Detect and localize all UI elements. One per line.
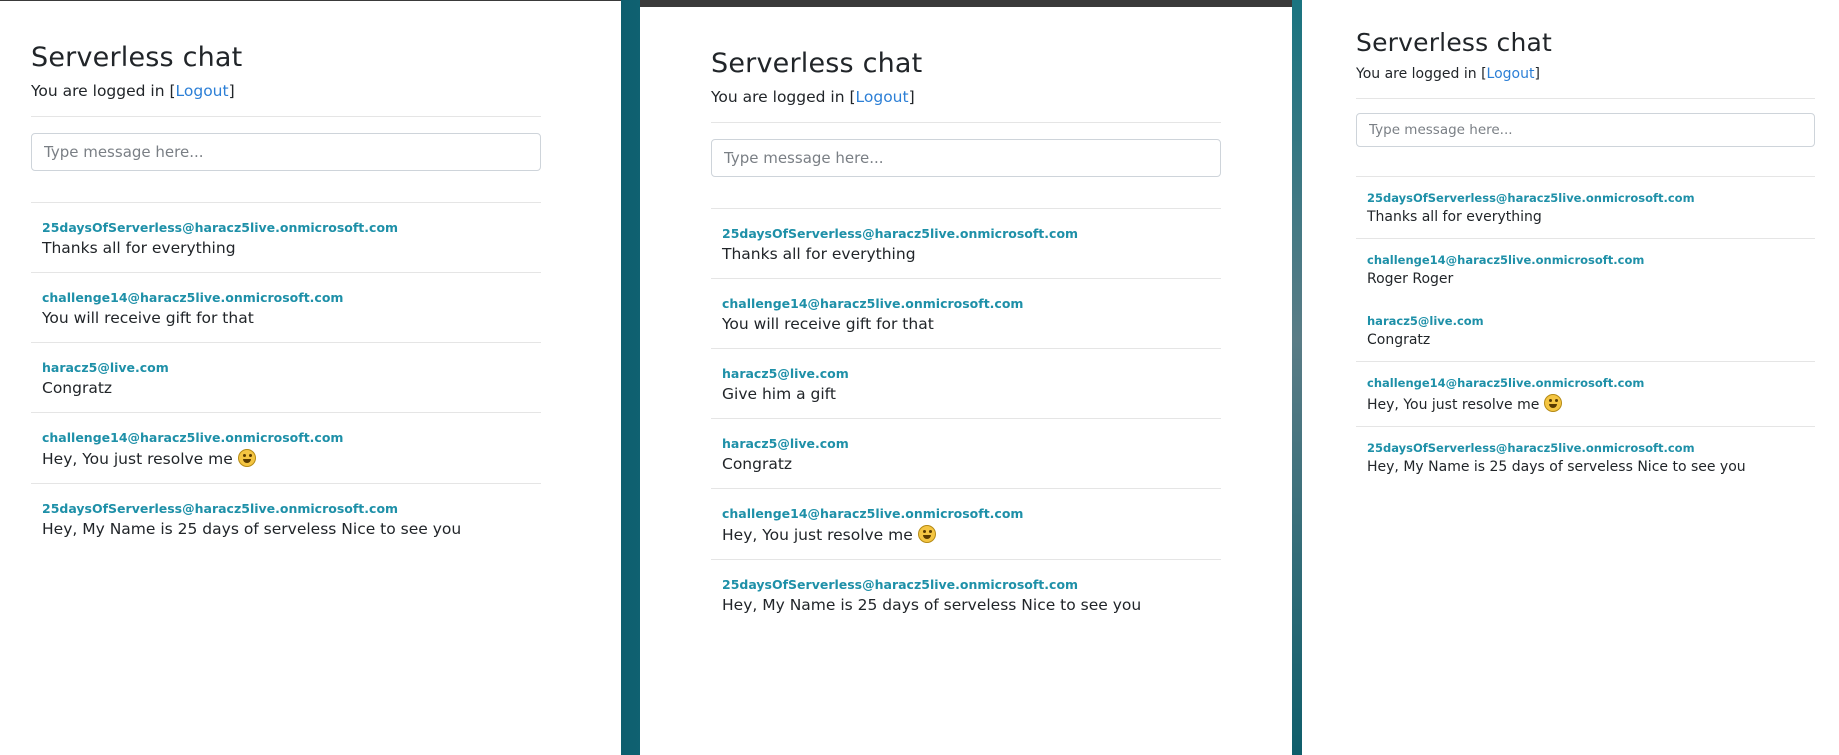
message-sender: 25daysOfServerless@haracz5live.onmicroso… (1367, 441, 1695, 455)
message-sender: 25daysOfServerless@haracz5live.onmicroso… (42, 220, 399, 236)
message-list: 25daysOfServerless@haracz5live.onmicroso… (31, 203, 541, 553)
message-input-area (711, 123, 1221, 210)
page-title: Serverless chat (1356, 28, 1553, 57)
message-text: You will receive gift for that (42, 309, 254, 328)
list-item: 25daysOfServerless@haracz5live.onmicroso… (711, 209, 1221, 280)
message-text-row: Hey, You just resolve me (722, 525, 1210, 544)
message-sender: 25daysOfServerless@haracz5live.onmicroso… (722, 577, 1079, 593)
login-suffix: ] (1534, 66, 1540, 82)
logout-link[interactable]: Logout (1487, 66, 1535, 82)
message-text: Give him a gift (722, 385, 836, 404)
message-text: You will receive gift for that (722, 315, 934, 334)
message-text: Hey, You just resolve me (1367, 397, 1540, 413)
login-suffix: ] (908, 88, 915, 107)
message-sender: 25daysOfServerless@haracz5live.onmicroso… (42, 501, 399, 517)
login-prefix: You are logged in [ (711, 88, 856, 107)
chat-app: Serverless chat You are logged in [Logou… (1356, 28, 1815, 488)
grinning-face-icon (917, 525, 936, 544)
login-status: You are logged in [Logout] (1356, 66, 1815, 99)
login-status: You are logged in [Logout] (711, 88, 1221, 124)
message-text: Hey, My Name is 25 days of serveless Nic… (42, 520, 462, 539)
message-sender: 25daysOfServerless@haracz5live.onmicroso… (722, 226, 1079, 242)
message-sender: challenge14@haracz5live.onmicrosoft.com (42, 430, 344, 446)
message-text: Congratz (1367, 332, 1431, 348)
message-sender: challenge14@haracz5live.onmicrosoft.com (1367, 376, 1645, 390)
chat-window-middle: Serverless chat You are logged in [Logou… (640, 0, 1292, 755)
login-suffix: ] (228, 82, 235, 101)
list-item: haracz5@live.com Congratz (711, 419, 1221, 490)
message-text-row: Hey, You just resolve me (1367, 394, 1804, 413)
list-item: 25daysOfServerless@haracz5live.onmicroso… (711, 560, 1221, 629)
message-text: Hey, My Name is 25 days of serveless Nic… (722, 596, 1142, 615)
message-input[interactable] (31, 133, 541, 172)
chat-app: Serverless chat You are logged in [Logou… (711, 48, 1221, 629)
message-input[interactable] (711, 139, 1221, 178)
list-item: 25daysOfServerless@haracz5live.onmicroso… (1356, 177, 1815, 239)
message-sender: 25daysOfServerless@haracz5live.onmicroso… (1367, 191, 1695, 205)
message-list: 25daysOfServerless@haracz5live.onmicroso… (1356, 177, 1815, 488)
message-text-row: Hey, You just resolve me (42, 449, 530, 468)
list-item: 25daysOfServerless@haracz5live.onmicroso… (1356, 427, 1815, 488)
message-sender: challenge14@haracz5live.onmicrosoft.com (722, 506, 1024, 522)
message-sender: challenge14@haracz5live.onmicrosoft.com (42, 290, 344, 306)
logout-link[interactable]: Logout (176, 82, 229, 100)
message-input-area (1356, 99, 1815, 177)
login-status: You are logged in [Logout] (31, 82, 541, 118)
list-item: 25daysOfServerless@haracz5live.onmicroso… (31, 484, 541, 553)
desktop-background-edge (1292, 0, 1302, 755)
message-text: Thanks all for everything (42, 239, 236, 258)
chat-app: Serverless chat You are logged in [Logou… (31, 42, 541, 553)
message-input[interactable] (1356, 113, 1815, 147)
message-sender: challenge14@haracz5live.onmicrosoft.com (1367, 253, 1645, 267)
list-item: challenge14@haracz5live.onmicrosoft.com … (31, 273, 541, 344)
grinning-face-icon (1543, 394, 1562, 412)
message-text: Congratz (722, 455, 793, 474)
message-sender: haracz5@live.com (722, 436, 849, 452)
message-text: Thanks all for everything (1367, 209, 1542, 225)
list-item: haracz5@live.com Congratz (1356, 300, 1815, 362)
message-text: Roger Roger (1367, 271, 1454, 287)
chat-window-right: Serverless chat You are logged in [Logou… (1302, 0, 1839, 755)
grinning-face-icon (237, 449, 256, 468)
message-text: Hey, My Name is 25 days of serveless Nic… (1367, 459, 1746, 475)
page-title: Serverless chat (711, 48, 923, 79)
list-item: challenge14@haracz5live.onmicrosoft.com … (1356, 362, 1815, 427)
message-input-area (31, 117, 541, 204)
list-item: challenge14@haracz5live.onmicrosoft.com … (711, 489, 1221, 561)
message-sender: haracz5@live.com (722, 366, 849, 382)
list-item: haracz5@live.com Give him a gift (711, 349, 1221, 420)
list-item: haracz5@live.com Congratz (31, 343, 541, 414)
list-item: challenge14@haracz5live.onmicrosoft.com … (1356, 239, 1815, 300)
message-text: Congratz (42, 379, 113, 398)
list-item: challenge14@haracz5live.onmicrosoft.com … (31, 413, 541, 485)
message-text: Hey, You just resolve me (722, 526, 913, 545)
message-text: Thanks all for everything (722, 245, 916, 264)
message-sender: challenge14@haracz5live.onmicrosoft.com (722, 296, 1024, 312)
logout-link[interactable]: Logout (856, 88, 909, 106)
login-prefix: You are logged in [ (31, 82, 176, 101)
message-sender: haracz5@live.com (42, 360, 169, 376)
message-text: Hey, You just resolve me (42, 450, 233, 469)
list-item: challenge14@haracz5live.onmicrosoft.com … (711, 279, 1221, 350)
message-sender: haracz5@live.com (1367, 314, 1484, 328)
login-prefix: You are logged in [ (1356, 66, 1487, 82)
chat-window-left: Serverless chat You are logged in [Logou… (0, 0, 621, 755)
message-list: 25daysOfServerless@haracz5live.onmicroso… (711, 209, 1221, 629)
list-item: 25daysOfServerless@haracz5live.onmicroso… (31, 203, 541, 274)
page-title: Serverless chat (31, 42, 243, 73)
